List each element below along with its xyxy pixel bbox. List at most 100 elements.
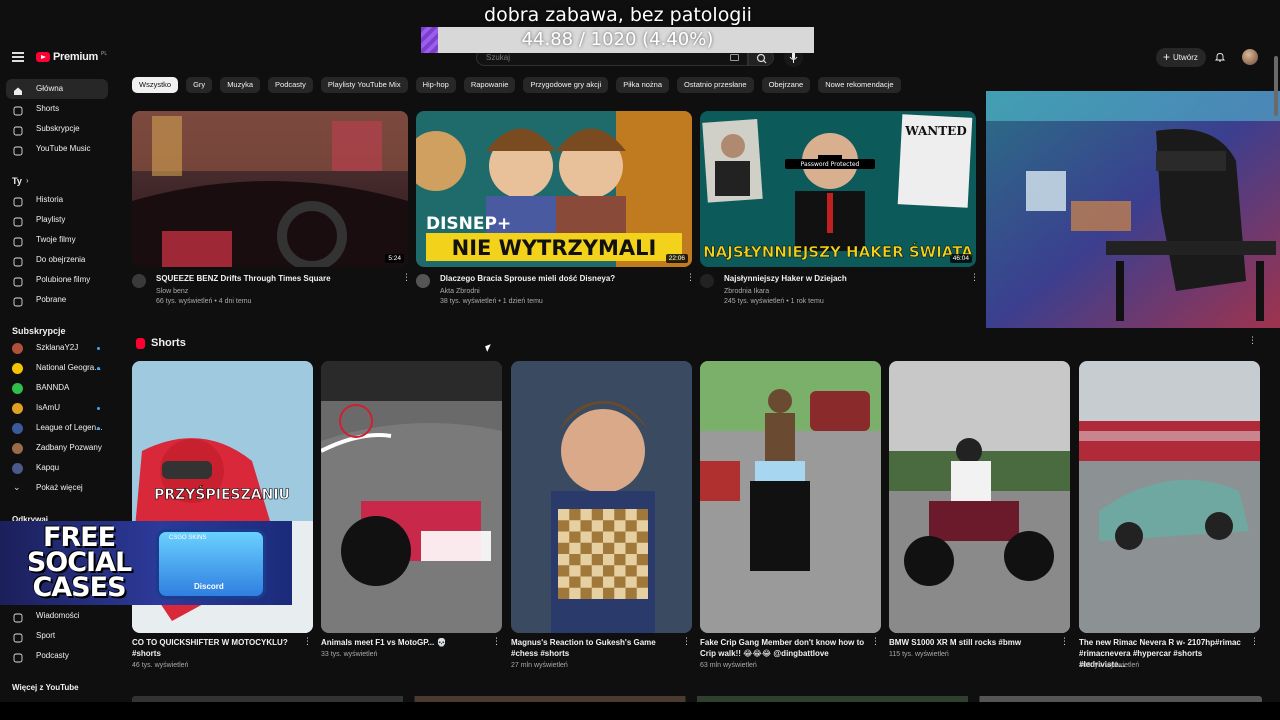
sidebar-explore-item-1[interactable]: Sport [6, 626, 108, 646]
sidebar-item-0[interactable]: Główna [6, 79, 108, 99]
chip-0[interactable]: Wszystko [132, 77, 179, 93]
logo-region: PL [100, 51, 108, 57]
sidebar-sub-item-3[interactable]: IsAmU [6, 398, 108, 418]
sidebar-you-item-5[interactable]: Pobrane [6, 290, 108, 310]
short-more-icon[interactable]: ⋮ [682, 637, 691, 650]
sidebar-you-item-3[interactable]: Do obejrzenia [6, 250, 108, 270]
short-thumbnail[interactable] [700, 361, 881, 633]
video-title[interactable]: Najsłynniejszy Haker w Dziejach [724, 273, 964, 284]
channel-avatar[interactable] [132, 274, 146, 288]
chip-2[interactable]: Muzyka [220, 77, 261, 93]
new-content-dot-icon [97, 427, 100, 430]
video-duration: 22:06 [665, 254, 688, 263]
sidebar-sub-item-5[interactable]: Zadbany Pozwany [6, 438, 108, 458]
sidebar-sub-item-2[interactable]: BANNDA [6, 378, 108, 398]
stream-progress-bar: 44.88 / 1020 (4.40%) [421, 27, 814, 53]
shorts-section-title: Shorts [151, 337, 186, 349]
playlist-icon [13, 215, 23, 227]
video-thumbnail[interactable]: Password Protected WANTED NAJSŁYNNIEJSZY H… [700, 111, 976, 267]
chip-11[interactable]: Nowe rekomendacje [818, 77, 901, 93]
sidebar-explore-item-2[interactable]: Podcasty [6, 646, 108, 666]
sidebar-item-2[interactable]: Subskrypcje [6, 119, 108, 139]
create-label: Utwórz [1173, 53, 1198, 62]
sidebar-item-label: Subskrypcje [36, 124, 80, 133]
chip-4[interactable]: Playlisty YouTube Mix [320, 77, 408, 93]
video-stats: 245 tys. wyświetleń • 1 rok temu [724, 298, 824, 305]
sidebar-explore-item-0[interactable]: Wiadomości [6, 606, 108, 626]
sidebar-item-label: Wiadomości [36, 611, 80, 620]
show-more-button[interactable]: ⌄ Pokaż więcej [6, 478, 108, 498]
sidebar-item-1[interactable]: Shorts [6, 99, 108, 119]
like-icon [13, 275, 23, 287]
video-title[interactable]: SQUEEZE BENZ Drifts Through Times Square [156, 273, 396, 284]
thumbnail-overlay-text: NAJSŁYNNIEJSZY HAKER ŚWIATA [703, 242, 973, 261]
create-button[interactable]: Utwórz [1156, 48, 1206, 67]
keyboard-icon[interactable] [730, 54, 739, 61]
channel-avatar[interactable] [416, 274, 430, 288]
short-more-icon[interactable]: ⋮ [1060, 637, 1069, 650]
short-title[interactable]: BMW S1000 XR M still rocks #bmw [889, 637, 1054, 648]
account-avatar[interactable] [1242, 49, 1258, 65]
menu-icon[interactable] [12, 52, 24, 62]
chip-9[interactable]: Ostatnio przesłane [677, 77, 754, 93]
youtube-logo[interactable]: Premium PL [36, 51, 107, 63]
chip-1[interactable]: Gry [186, 77, 213, 93]
video-thumbnail[interactable]: 5:24 [132, 111, 408, 267]
video-thumbnail-room[interactable] [986, 91, 1280, 328]
sidebar-item-label: Playlisty [36, 215, 66, 224]
shorts-more-icon[interactable]: ⋮ [1248, 336, 1257, 349]
chip-3[interactable]: Podcasty [268, 77, 313, 93]
short-thumbnail[interactable] [889, 361, 1070, 633]
chip-8[interactable]: Piłka nożna [616, 77, 670, 93]
short-thumbnail[interactable] [511, 361, 692, 633]
youtube-play-icon [36, 52, 50, 62]
sidebar-you-item-4[interactable]: Polubione filmy [6, 270, 108, 290]
notifications-bell-icon[interactable] [1215, 52, 1225, 62]
chip-5[interactable]: Hip-hop [415, 77, 456, 93]
video-more-icon[interactable]: ⋮ [970, 273, 979, 286]
short-thumbnail[interactable] [321, 361, 502, 633]
download-icon [13, 295, 23, 307]
video-title[interactable]: Dlaczego Bracia Sprouse mieli dość Disne… [440, 273, 680, 284]
sidebar-sub-item-6[interactable]: Kapqu [6, 458, 108, 478]
sidebar-you-item-0[interactable]: Historia [6, 190, 108, 210]
short-title[interactable]: Animals meet F1 vs MotoGP... 💀 [321, 637, 486, 648]
sidebar-sub-item-0[interactable]: SzklanaY2J [6, 338, 108, 358]
subscriptions-section-title: Subskrypcje [12, 326, 66, 336]
short-more-icon[interactable]: ⋮ [303, 637, 312, 650]
short-thumbnail[interactable] [1079, 361, 1260, 633]
short-title[interactable]: CO TO QUICKSHIFTER W MOTOCYKLU? #shorts [132, 637, 297, 659]
sidebar-item-label: IsAmU [36, 403, 60, 412]
new-content-dot-icon [97, 347, 100, 350]
short-title[interactable]: Magnus's Reaction to Gukesh's Game #ches… [511, 637, 676, 659]
chip-7[interactable]: Przygodowe gry akcji [523, 77, 609, 93]
short-title[interactable]: Fake Crip Gang Member don't know how to … [700, 637, 865, 659]
sidebar-you-item-2[interactable]: Twoje filmy [6, 230, 108, 250]
sidebar-you-item-1[interactable]: Playlisty [6, 210, 108, 230]
short-views: 108 tys. wyświetleń [1079, 662, 1140, 669]
short-more-icon[interactable]: ⋮ [871, 637, 880, 650]
channel-avatar [12, 343, 23, 354]
video-more-icon[interactable]: ⋮ [686, 273, 695, 286]
you-section-title[interactable]: Ty [12, 176, 22, 186]
video-thumbnail[interactable]: NIE WYTRZYMALI DISNEP+ 22:06 [416, 111, 692, 267]
music-icon [13, 144, 23, 156]
sidebar-item-3[interactable]: YouTube Music [6, 139, 108, 159]
video-more-icon[interactable]: ⋮ [402, 273, 411, 286]
promo-banner: FREE SOCIAL CASES CSGO SKINS Discord [0, 521, 292, 605]
home-icon [13, 84, 23, 95]
chip-6[interactable]: Rapowanie [463, 77, 516, 93]
chip-10[interactable]: Obejrzane [761, 77, 811, 93]
channel-avatar [12, 463, 23, 474]
short-more-icon[interactable]: ⋮ [1250, 637, 1259, 650]
short-more-icon[interactable]: ⋮ [492, 637, 501, 650]
sidebar-item-label: Do obejrzenia [36, 255, 86, 264]
sidebar-sub-item-4[interactable]: League of Legen... [6, 418, 108, 438]
show-more-label: Pokaż więcej [36, 483, 83, 492]
page-scrollbar[interactable] [1274, 56, 1278, 116]
channel-avatar[interactable] [700, 274, 714, 288]
sidebar-sub-item-1[interactable]: National Geogra... [6, 358, 108, 378]
sidebar-item-label: National Geogra... [36, 363, 101, 372]
subscriptions-icon [13, 124, 23, 136]
short-views: 115 tys. wyświetleń [889, 651, 949, 658]
